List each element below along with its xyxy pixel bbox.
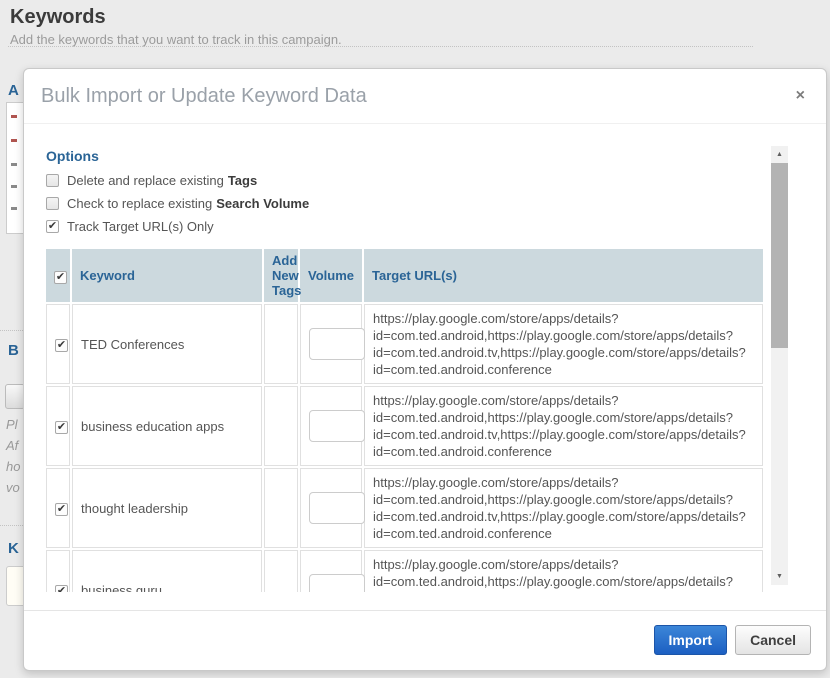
option-label-bold: Search Volume (216, 196, 309, 211)
tags-cell (264, 304, 298, 384)
option-label: Track Target URL(s) Only (67, 219, 214, 234)
header-volume: Volume (300, 249, 362, 302)
section-divider (8, 46, 753, 47)
help-line: Pl (6, 414, 20, 435)
option-label: Delete and replace existing (67, 173, 224, 188)
help-line: vo (6, 477, 20, 498)
section-divider (0, 525, 23, 526)
help-line: ho (6, 456, 20, 477)
modal-footer: Import Cancel (24, 610, 826, 670)
background-button-fragment[interactable] (5, 384, 25, 409)
options-heading: Options (46, 148, 769, 164)
row-checkbox[interactable]: ✔ (55, 421, 68, 434)
option-label-bold: Tags (228, 173, 257, 188)
background-section-heading-b: B (8, 342, 19, 359)
bulk-import-modal: Bulk Import or Update Keyword Data × Opt… (23, 68, 827, 671)
select-all-checkbox[interactable]: ✔ (54, 271, 67, 284)
modal-body-scroll-area: Options Delete and replace existing Tags… (44, 146, 788, 592)
checkmark-icon: ✔ (56, 272, 65, 283)
target-urls-cell: https://play.google.com/store/apps/detai… (364, 468, 763, 548)
background-section-heading-k: K (8, 540, 19, 557)
target-urls-cell: https://play.google.com/store/apps/detai… (364, 550, 763, 592)
volume-cell (300, 304, 362, 384)
scrollbar-thumb[interactable] (771, 163, 788, 348)
select-all-header-cell: ✔ (46, 249, 70, 302)
tags-cell (264, 386, 298, 466)
background-section-heading-a: A (8, 82, 19, 99)
checkmark-icon: ✔ (57, 422, 66, 433)
volume-input[interactable] (309, 492, 365, 524)
checkbox-unchecked[interactable] (46, 197, 59, 210)
option-delete-replace-tags[interactable]: Delete and replace existing Tags (46, 173, 769, 187)
background-help-text: Pl Af ho vo (6, 414, 20, 498)
table-row: ✔ business education apps https://play.g… (46, 386, 763, 466)
volume-cell (300, 468, 362, 548)
tags-cell (264, 468, 298, 548)
modal-header: Bulk Import or Update Keyword Data × (24, 69, 826, 124)
volume-input[interactable] (309, 410, 365, 442)
target-urls-cell: https://play.google.com/store/apps/detai… (364, 304, 763, 384)
import-button[interactable]: Import (654, 625, 728, 655)
textarea-text-fragment (11, 163, 17, 166)
table-row: ✔ thought leadership https://play.google… (46, 468, 763, 548)
volume-cell (300, 550, 362, 592)
header-target-urls: Target URL(s) (364, 249, 763, 302)
row-checkbox[interactable]: ✔ (55, 503, 68, 516)
page-title: Keywords (10, 6, 106, 29)
table-row: ✔ business guru https://play.google.com/… (46, 550, 763, 592)
keyword-cell: thought leadership (72, 468, 262, 548)
row-checkbox[interactable]: ✔ (55, 585, 68, 592)
volume-input[interactable] (309, 574, 365, 592)
scrollbar[interactable]: ▲ ▼ (771, 146, 788, 585)
checkmark-icon: ✔ (57, 586, 66, 592)
checkbox-unchecked[interactable] (46, 174, 59, 187)
checkmark-icon: ✔ (57, 340, 66, 351)
keyword-table: ✔ Keyword Add New Tags Volume Target URL… (44, 247, 765, 592)
target-urls-cell: https://play.google.com/store/apps/detai… (364, 386, 763, 466)
volume-cell (300, 386, 362, 466)
row-select-cell: ✔ (46, 304, 70, 384)
row-select-cell: ✔ (46, 468, 70, 548)
row-select-cell: ✔ (46, 386, 70, 466)
checkmark-icon: ✔ (48, 221, 57, 232)
keyword-cell: business guru (72, 550, 262, 592)
scroll-down-arrow-icon[interactable]: ▼ (771, 568, 788, 585)
checkmark-icon: ✔ (57, 504, 66, 515)
keyword-cell: business education apps (72, 386, 262, 466)
header-keyword: Keyword (72, 249, 262, 302)
close-icon[interactable]: × (796, 88, 805, 104)
header-add-new-tags: Add New Tags (264, 249, 298, 302)
tags-cell (264, 550, 298, 592)
option-replace-search-volume[interactable]: Check to replace existing Search Volume (46, 196, 769, 210)
table-row: ✔ TED Conferences https://play.google.co… (46, 304, 763, 384)
volume-input[interactable] (309, 328, 365, 360)
textarea-text-fragment (11, 207, 17, 210)
page-subtitle: Add the keywords that you want to track … (10, 32, 342, 47)
keyword-cell: TED Conferences (72, 304, 262, 384)
help-line: Af (6, 435, 20, 456)
cancel-button[interactable]: Cancel (735, 625, 811, 655)
textarea-text-fragment (11, 115, 17, 118)
table-header-row: ✔ Keyword Add New Tags Volume Target URL… (46, 249, 763, 302)
section-divider (0, 330, 23, 331)
scroll-up-arrow-icon[interactable]: ▲ (771, 146, 788, 163)
textarea-text-fragment (11, 139, 17, 142)
modal-title: Bulk Import or Update Keyword Data (41, 85, 367, 108)
row-checkbox[interactable]: ✔ (55, 339, 68, 352)
textarea-text-fragment (11, 185, 17, 188)
option-label: Check to replace existing (67, 196, 212, 211)
checkbox-checked[interactable]: ✔ (46, 220, 59, 233)
option-track-target-urls-only[interactable]: ✔ Track Target URL(s) Only (46, 219, 769, 233)
row-select-cell: ✔ (46, 550, 70, 592)
